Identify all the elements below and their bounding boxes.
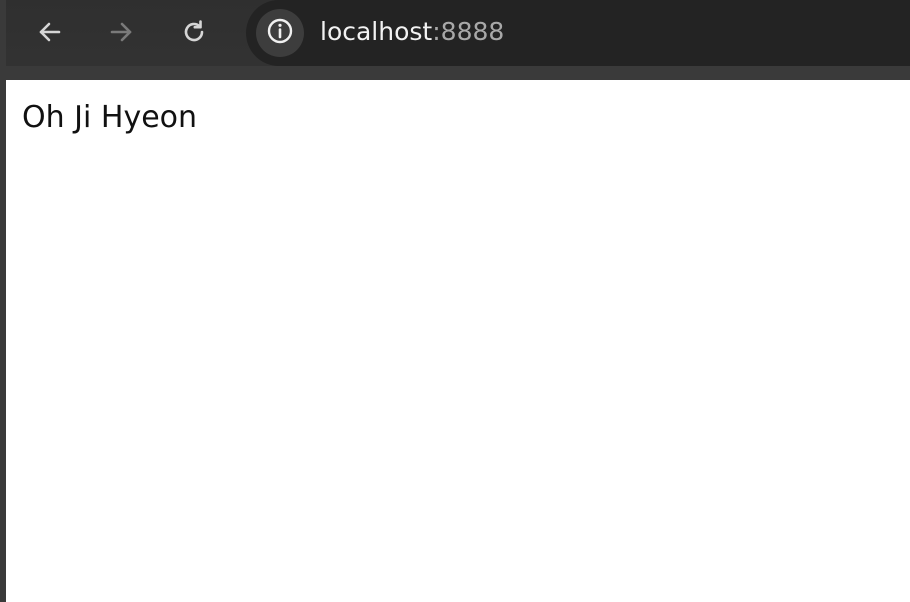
info-icon <box>266 17 294 50</box>
arrow-right-icon <box>108 19 134 45</box>
browser-toolbar: localhost:8888 <box>0 0 910 80</box>
browser-window: localhost:8888 Oh Ji Hyeon <box>0 0 910 602</box>
back-button[interactable] <box>30 12 70 52</box>
url-text[interactable]: localhost:8888 <box>320 14 504 50</box>
arrow-left-icon <box>37 19 63 45</box>
url-port: :8888 <box>432 17 505 46</box>
reload-icon <box>180 18 208 46</box>
forward-button[interactable] <box>101 12 141 52</box>
site-info-button[interactable] <box>256 9 304 57</box>
url-host: localhost <box>320 17 433 46</box>
reload-button[interactable] <box>174 12 214 52</box>
address-bar[interactable]: localhost:8888 <box>246 0 910 66</box>
toolbar-border <box>0 66 910 80</box>
page-content: Oh Ji Hyeon <box>6 80 910 602</box>
page-text: Oh Ji Hyeon <box>22 100 198 135</box>
